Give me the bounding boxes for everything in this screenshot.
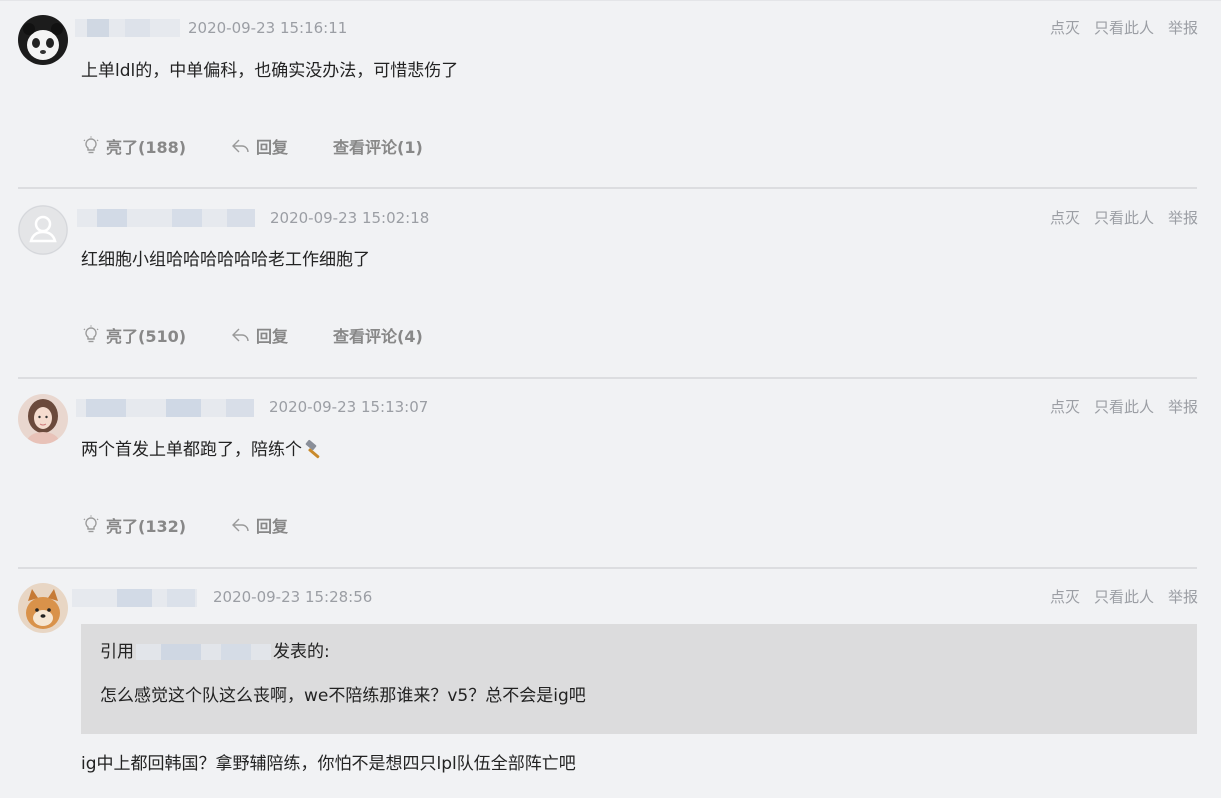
view-comments-label: 查看评论(1) (333, 138, 423, 157)
avatar[interactable] (18, 15, 68, 65)
only-this-user-link[interactable]: 只看此人 (1094, 587, 1154, 607)
quote-prefix: 引用 (100, 642, 134, 662)
report-link[interactable]: 举报 (1168, 18, 1198, 38)
comment-item: 2020-09-23 15:13:07 点灭 只看此人 举报 两个首发上单都跑了… (0, 380, 1221, 570)
quote-text: 怎么感觉这个队这么丧啊，we不陪练那谁来？v5？总不会是ig吧 (100, 686, 586, 706)
reply-label: 回复 (256, 138, 289, 157)
comment-actions: 亮了(510) 回复 查看评论(4) (81, 323, 423, 347)
dislike-link[interactable]: 点灭 (1050, 397, 1080, 417)
post-time: 2020-09-23 15:13:07 (269, 398, 429, 416)
divider (18, 187, 1197, 189)
comment-actions: 亮了(132) 回复 (81, 513, 288, 537)
comment-actions: 亮了(188) 回复 查看评论(1) (81, 134, 423, 158)
comment-operations: 点灭 只看此人 举报 (1050, 208, 1198, 228)
light-count: 亮了(132) (106, 517, 187, 536)
username-blurred[interactable] (76, 396, 254, 420)
post-time: 2020-09-23 15:16:11 (188, 19, 348, 37)
reply-icon (232, 518, 249, 532)
comment-text: ig中上都回韩国？拿野辅陪练，你怕不是想四只lpl队伍全部阵亡吧 (81, 754, 576, 774)
comment-text-content: 两个首发上单都跑了，陪练个 (81, 440, 302, 460)
post-time: 2020-09-23 15:28:56 (213, 588, 373, 606)
light-button[interactable]: 亮了(188) (81, 134, 186, 158)
reply-button[interactable]: 回复 (231, 513, 288, 537)
only-this-user-link[interactable]: 只看此人 (1094, 18, 1154, 38)
view-comments-button[interactable]: 查看评论(1) (333, 134, 423, 158)
username-blurred[interactable] (77, 206, 255, 230)
light-count: 亮了(188) (106, 138, 187, 157)
hammer-icon (305, 439, 320, 459)
quote-header: 引用 发表的: (100, 640, 330, 664)
dislike-link[interactable]: 点灭 (1050, 18, 1080, 38)
quote-suffix: 发表的: (273, 642, 330, 662)
comment-item: 2020-09-23 15:16:11 点灭 只看此人 举报 上单ldl的，中单… (0, 0, 1221, 190)
report-link[interactable]: 举报 (1168, 208, 1198, 228)
lightbulb-icon (83, 325, 99, 343)
avatar-default[interactable] (18, 205, 68, 255)
light-button[interactable]: 亮了(510) (81, 323, 186, 347)
comment-text: 两个首发上单都跑了，陪练个 (81, 438, 325, 462)
divider (18, 567, 1197, 569)
dislike-link[interactable]: 点灭 (1050, 208, 1080, 228)
report-link[interactable]: 举报 (1168, 397, 1198, 417)
comment-item: 2020-09-23 15:02:18 点灭 只看此人 举报 红细胞小组哈哈哈哈… (0, 190, 1221, 380)
username-blurred[interactable] (75, 16, 180, 40)
lightbulb-icon (83, 515, 99, 533)
light-button[interactable]: 亮了(132) (81, 513, 186, 537)
reply-button[interactable]: 回复 (231, 134, 288, 158)
quoted-comment: 引用 发表的: 怎么感觉这个队这么丧啊，we不陪练那谁来？v5？总不会是ig吧 (81, 624, 1197, 734)
comment-operations: 点灭 只看此人 举报 (1050, 18, 1198, 38)
comment-text: 红细胞小组哈哈哈哈哈哈老工作细胞了 (81, 250, 370, 270)
comment-text: 上单ldl的，中单偏科，也确实没办法，可惜悲伤了 (81, 61, 459, 81)
dislike-link[interactable]: 点灭 (1050, 587, 1080, 607)
comment-item: 2020-09-23 15:28:56 点灭 只看此人 举报 引用 发表的: 怎… (0, 570, 1221, 798)
divider (18, 377, 1197, 379)
view-comments-label: 查看评论(4) (333, 327, 423, 346)
reply-icon (232, 139, 249, 153)
reply-button[interactable]: 回复 (231, 323, 288, 347)
post-time: 2020-09-23 15:02:18 (270, 209, 430, 227)
username-blurred[interactable] (72, 586, 197, 610)
view-comments-button[interactable]: 查看评论(4) (333, 323, 423, 347)
avatar[interactable] (18, 394, 68, 444)
lightbulb-icon (83, 136, 99, 154)
reply-label: 回复 (256, 327, 289, 346)
quoted-username-blurred[interactable] (136, 642, 271, 662)
report-link[interactable]: 举报 (1168, 587, 1198, 607)
comment-operations: 点灭 只看此人 举报 (1050, 397, 1198, 417)
only-this-user-link[interactable]: 只看此人 (1094, 208, 1154, 228)
reply-label: 回复 (256, 517, 289, 536)
light-count: 亮了(510) (106, 327, 187, 346)
avatar[interactable] (18, 583, 68, 633)
comment-operations: 点灭 只看此人 举报 (1050, 587, 1198, 607)
reply-icon (232, 328, 249, 342)
only-this-user-link[interactable]: 只看此人 (1094, 397, 1154, 417)
